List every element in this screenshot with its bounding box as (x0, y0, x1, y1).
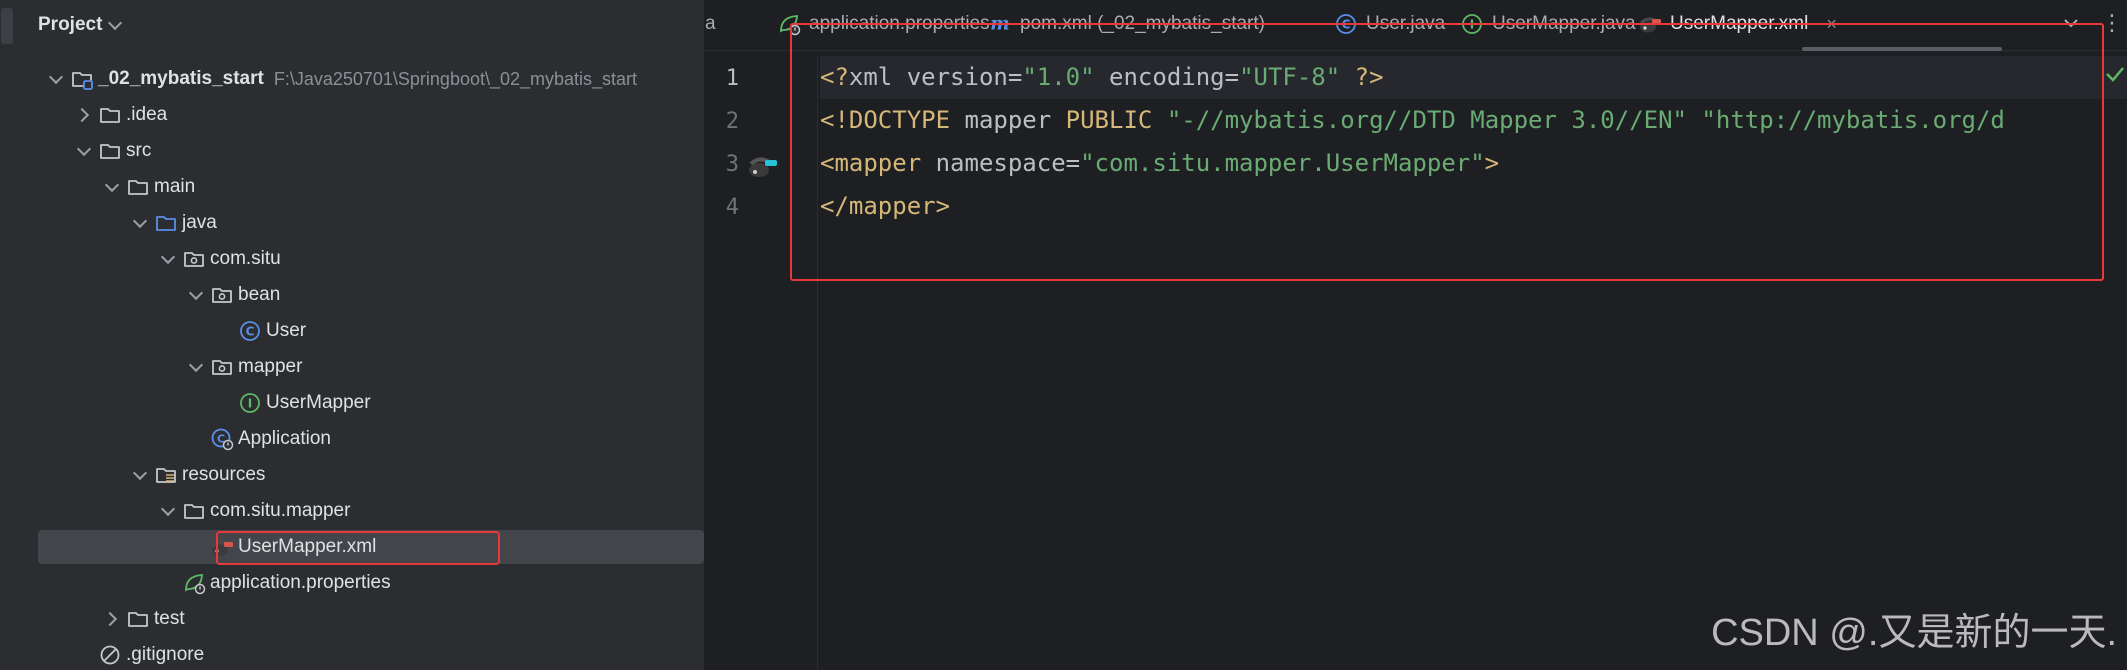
annotation-highlight-box (216, 531, 500, 565)
more-tabs-icon[interactable]: ⋮ (2101, 10, 2123, 36)
svg-text:C: C (246, 325, 255, 339)
chevron-down-icon[interactable] (188, 359, 204, 375)
package-icon (182, 247, 206, 271)
svg-text:I: I (248, 397, 252, 411)
chevron-right-icon[interactable] (76, 107, 92, 123)
tree-item-label: bean (238, 284, 281, 305)
chevron-down-icon[interactable] (160, 503, 176, 519)
check-icon (2106, 67, 2124, 82)
chevron-down-icon[interactable] (48, 71, 64, 87)
tree-item[interactable]: java (38, 205, 704, 241)
project-path: F:\Java250701\Springboot\_02_mybatis_sta… (273, 68, 638, 89)
tree-item[interactable]: mapper (38, 349, 704, 385)
line-number: 4 (725, 195, 739, 220)
resources-folder-icon (154, 463, 178, 487)
watermark: CSDN @.又是新的一天. (1711, 612, 2117, 654)
package-icon (210, 283, 234, 307)
tree-item-label: main (154, 176, 196, 197)
chevron-down-icon[interactable] (104, 179, 120, 195)
project-panel-title: Project (38, 14, 103, 35)
line-number: 1 (725, 66, 739, 91)
tree-item-label: com.situ.mapper (210, 500, 351, 521)
tree-item-label: com.situ (210, 248, 281, 269)
chevron-down-icon[interactable] (76, 143, 92, 159)
annotation-highlight-box (790, 23, 2104, 281)
chevron-down-icon[interactable] (132, 215, 148, 231)
line-number: 2 (725, 109, 739, 134)
tree-item-label: UserMapper (266, 392, 371, 413)
module-folder-icon (70, 67, 94, 91)
interface-icon: I (238, 391, 262, 415)
class-icon: C (238, 319, 262, 343)
tree-item-label: .gitignore (126, 644, 205, 665)
tree-item-label: test (154, 608, 185, 629)
project-panel: Project _02_mybatis_start F:\Java250701\S… (18, 0, 705, 670)
tree-item-label: application.properties (210, 572, 391, 593)
project-panel-header[interactable]: Project (38, 10, 123, 40)
folder-icon (126, 175, 150, 199)
line-number: 3 (725, 152, 739, 177)
tree-item[interactable]: main (38, 169, 704, 205)
package-icon (210, 355, 234, 379)
tree-item[interactable]: bean (38, 277, 704, 313)
tree-item-label: src (126, 140, 152, 161)
mybatis-navigation-icon[interactable] (745, 152, 779, 182)
tree-item[interactable]: .idea (38, 97, 704, 133)
spring-properties-icon (182, 571, 206, 595)
folder-icon (182, 499, 206, 523)
tree-item[interactable]: C Application (38, 421, 704, 457)
tree-item[interactable]: resources (38, 457, 704, 493)
tree-item-label: mapper (238, 356, 303, 377)
tree-item[interactable]: _02_mybatis_start F:\Java250701\Springboo… (38, 61, 704, 97)
tree-item[interactable]: com.situ.mapper (38, 493, 704, 529)
tree-item-label: java (182, 212, 217, 233)
spring-app-class-icon: C (210, 427, 234, 451)
chevron-down-icon[interactable] (188, 287, 204, 303)
tree-item[interactable]: application.properties (38, 565, 704, 601)
tool-window-strip (0, 0, 19, 670)
folder-icon (98, 103, 122, 127)
chevron-right-icon[interactable] (104, 611, 120, 627)
folder-icon (98, 139, 122, 163)
tree-item-label: _02_mybatis_start (98, 68, 264, 89)
gitignore-icon (98, 643, 122, 667)
tree-item[interactable]: com.situ (38, 241, 704, 277)
chevron-down-icon[interactable] (108, 15, 123, 30)
editor-tab[interactable]: a (705, 0, 716, 48)
chevron-down-icon[interactable] (160, 251, 176, 267)
tree-item[interactable]: I UserMapper (38, 385, 704, 421)
chevron-down-icon[interactable] (132, 467, 148, 483)
tree-item[interactable]: src (38, 133, 704, 169)
editor-tab-label: a (705, 13, 716, 34)
folder-icon (126, 607, 150, 631)
source-folder-icon (154, 211, 178, 235)
project-tool-button[interactable] (1, 8, 13, 44)
tree-item[interactable]: .gitignore (38, 637, 704, 670)
tree-item-label: User (266, 320, 307, 341)
tree-item-label: Application (238, 428, 331, 449)
tree-item-label: .idea (126, 104, 168, 125)
tree-item[interactable]: C User (38, 313, 704, 349)
tree-item-label: resources (182, 464, 266, 485)
tree-item[interactable]: test (38, 601, 704, 637)
